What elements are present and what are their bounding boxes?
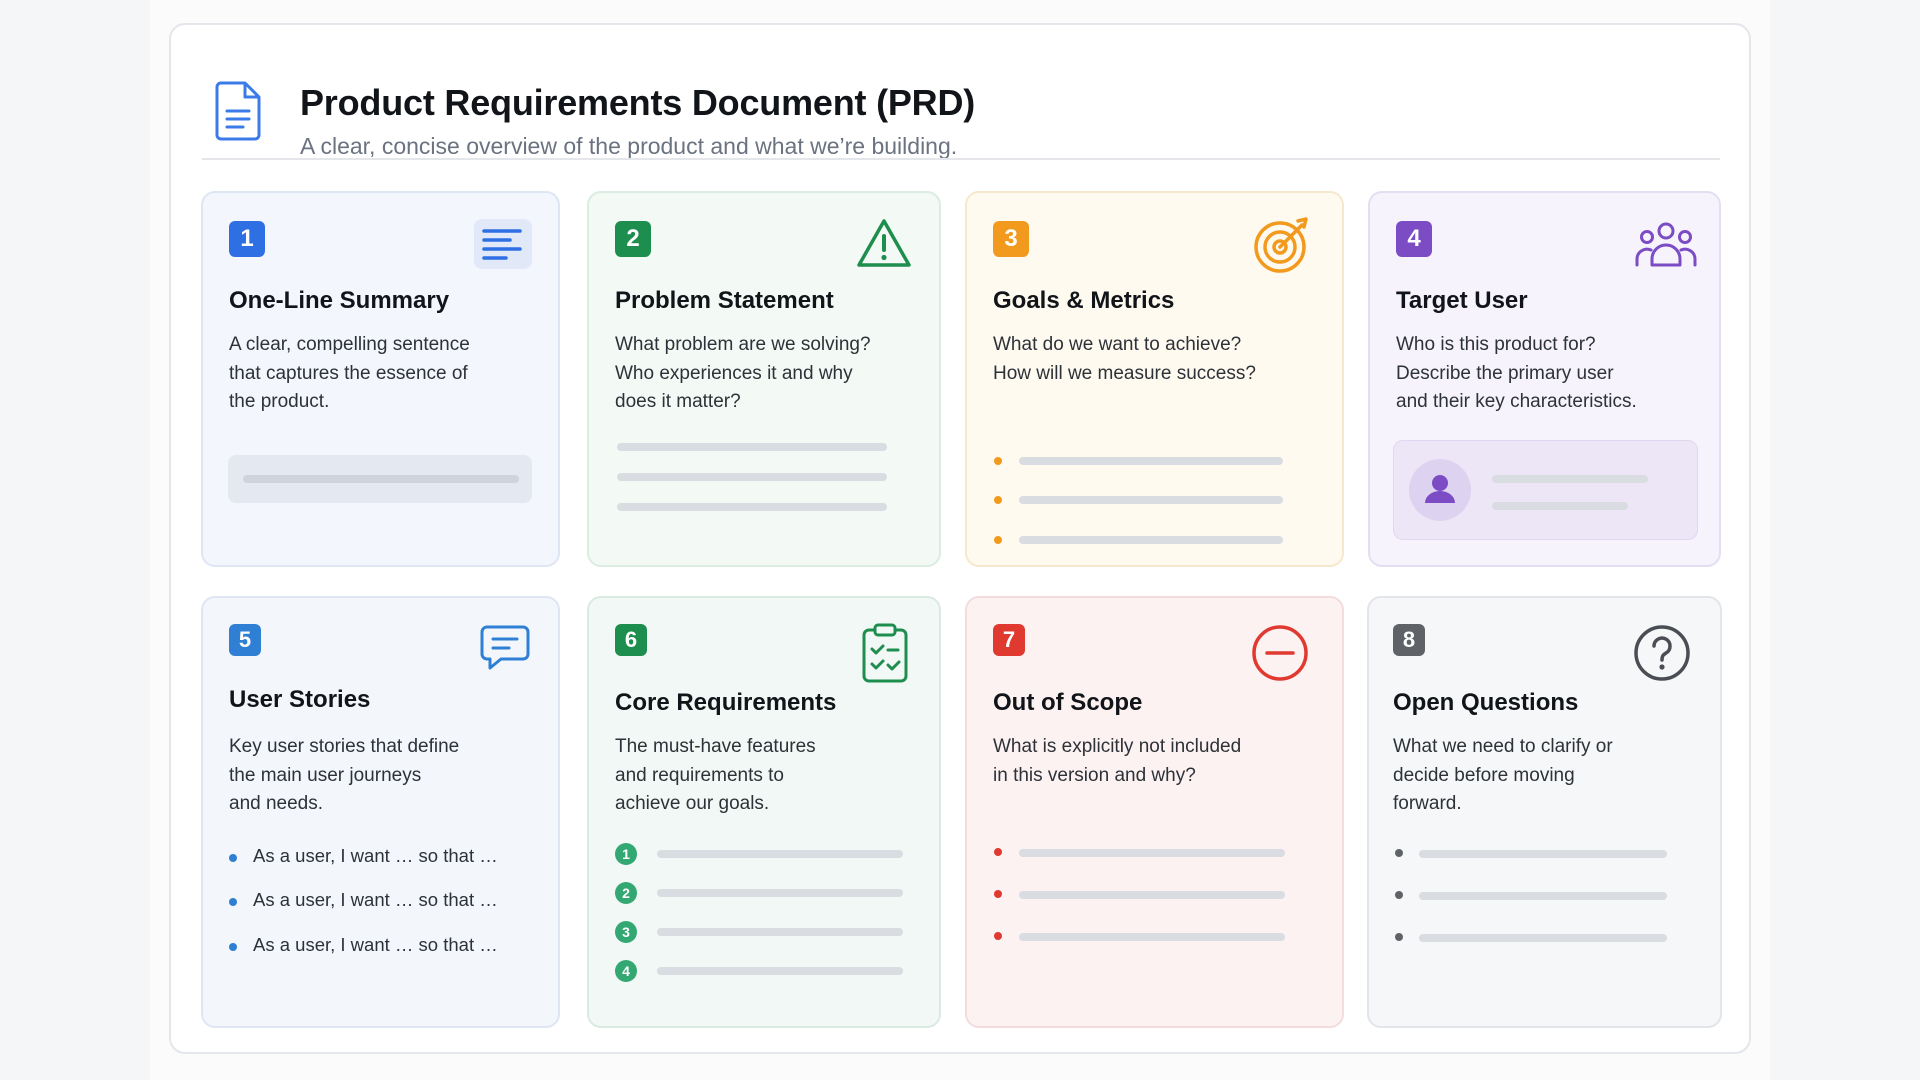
placeholder-line bbox=[1019, 457, 1283, 465]
section-description: The must-have features and requirements … bbox=[615, 736, 816, 814]
section-description: What problem are we solving? Who experie… bbox=[615, 334, 871, 412]
bullet-dot bbox=[994, 848, 1002, 856]
document-icon bbox=[215, 81, 261, 141]
user-story-item: As a user, I want … so that … bbox=[253, 934, 498, 955]
user-story-item: As a user, I want … so that … bbox=[253, 889, 498, 910]
bullet-dot bbox=[229, 854, 237, 862]
page-subtitle: A clear, concise overview of the product… bbox=[300, 133, 958, 159]
bullet-dot bbox=[229, 898, 237, 906]
header-divider bbox=[202, 158, 1720, 160]
bullet-dot bbox=[994, 536, 1002, 544]
section-description: Who is this product for? Describe the pr… bbox=[1396, 334, 1637, 412]
placeholder-line bbox=[657, 850, 903, 858]
section-title: Core Requirements bbox=[615, 689, 837, 716]
placeholder-line bbox=[657, 928, 903, 936]
requirement-number: 2 bbox=[615, 882, 637, 904]
question-circle-icon bbox=[1634, 625, 1690, 681]
prd-document: Product Requirements Document (PRD) A cl… bbox=[169, 23, 1751, 1054]
section-card-problem-statement[interactable]: 2 Problem Statement What problem are we … bbox=[587, 191, 941, 567]
placeholder-line bbox=[1492, 475, 1648, 483]
bullet-dot bbox=[994, 890, 1002, 898]
placeholder-line bbox=[617, 443, 887, 451]
document-header: Product Requirements Document (PRD) A cl… bbox=[211, 55, 1719, 165]
section-title: Goals & Metrics bbox=[993, 287, 1175, 314]
section-number-badge: 7 bbox=[993, 624, 1025, 656]
placeholder-line bbox=[617, 473, 887, 481]
placeholder-line bbox=[1019, 849, 1285, 857]
section-description: What is explicitly not included in this … bbox=[993, 736, 1242, 786]
user-story-item: As a user, I want … so that … bbox=[253, 845, 498, 866]
clipboard-check-icon bbox=[862, 623, 908, 683]
placeholder-line bbox=[657, 967, 903, 975]
section-card-out-of-scope[interactable]: 7 Out of Scope What is explicitly not in… bbox=[965, 596, 1344, 1028]
text-lines-icon bbox=[474, 219, 532, 269]
requirement-number: 3 bbox=[615, 921, 637, 943]
minus-circle-icon bbox=[1252, 625, 1308, 681]
page-title: Product Requirements Document (PRD) bbox=[300, 82, 976, 123]
requirement-number: 4 bbox=[615, 960, 637, 982]
placeholder-line bbox=[1419, 892, 1667, 900]
sections-grid: 1 One-Line Summary A clear, compelling s… bbox=[201, 191, 1723, 1033]
requirement-number: 1 bbox=[615, 843, 637, 865]
section-description: What do we want to achieve? How will we … bbox=[993, 334, 1256, 384]
bullet-dot bbox=[1395, 849, 1403, 857]
section-number-badge: 6 bbox=[615, 624, 647, 656]
section-card-open-questions[interactable]: 8 Open Questions What we need to clarify… bbox=[1367, 596, 1722, 1028]
placeholder-line bbox=[657, 889, 903, 897]
bullet-dot bbox=[994, 932, 1002, 940]
section-number-badge: 1 bbox=[229, 221, 265, 257]
section-title: Problem Statement bbox=[615, 287, 834, 314]
placeholder-line bbox=[617, 503, 887, 511]
section-card-one-line-summary[interactable]: 1 One-Line Summary A clear, compelling s… bbox=[201, 191, 560, 567]
placeholder-line bbox=[243, 475, 519, 483]
section-number-badge: 4 bbox=[1396, 221, 1432, 257]
section-title: One-Line Summary bbox=[229, 287, 450, 314]
section-title: Out of Scope bbox=[993, 689, 1143, 716]
section-description: Key user stories that define the main us… bbox=[229, 736, 460, 814]
bullet-dot bbox=[994, 457, 1002, 465]
section-number-badge: 2 bbox=[615, 221, 651, 257]
section-card-core-requirements[interactable]: 6 Core Requirements The must-have featur… bbox=[587, 596, 941, 1028]
person-icon bbox=[1425, 475, 1455, 503]
section-card-goals-metrics[interactable]: 3 Goals & Metrics What do we want to ach… bbox=[965, 191, 1344, 567]
section-number-badge: 8 bbox=[1393, 624, 1425, 656]
placeholder-line bbox=[1019, 933, 1285, 941]
bullet-dot bbox=[1395, 933, 1403, 941]
bullet-dot bbox=[229, 943, 237, 951]
section-number-badge: 3 bbox=[993, 221, 1029, 257]
placeholder-line bbox=[1019, 536, 1283, 544]
placeholder-line bbox=[1019, 496, 1283, 504]
users-icon bbox=[1635, 222, 1697, 267]
section-description: A clear, compelling sentence that captur… bbox=[229, 334, 470, 412]
section-title: User Stories bbox=[229, 686, 371, 713]
placeholder-line bbox=[1419, 850, 1667, 858]
bullet-dot bbox=[1395, 891, 1403, 899]
avatar bbox=[1409, 459, 1471, 521]
placeholder-line bbox=[1492, 502, 1628, 510]
section-title: Target User bbox=[1396, 287, 1528, 314]
bullet-dot bbox=[994, 496, 1002, 504]
section-number-badge: 5 bbox=[229, 624, 261, 656]
chat-icon bbox=[480, 625, 530, 670]
section-card-target-user[interactable]: 4 Target User Who is this product for? D… bbox=[1368, 191, 1721, 567]
warning-icon bbox=[857, 219, 911, 267]
section-card-user-stories[interactable]: 5 User Stories Key user stories that def… bbox=[201, 596, 560, 1028]
placeholder-line bbox=[1419, 934, 1667, 942]
target-icon bbox=[1254, 217, 1308, 273]
placeholder-line bbox=[1019, 891, 1285, 899]
section-description: What we need to clarify or decide before… bbox=[1393, 736, 1613, 814]
section-title: Open Questions bbox=[1393, 689, 1579, 716]
